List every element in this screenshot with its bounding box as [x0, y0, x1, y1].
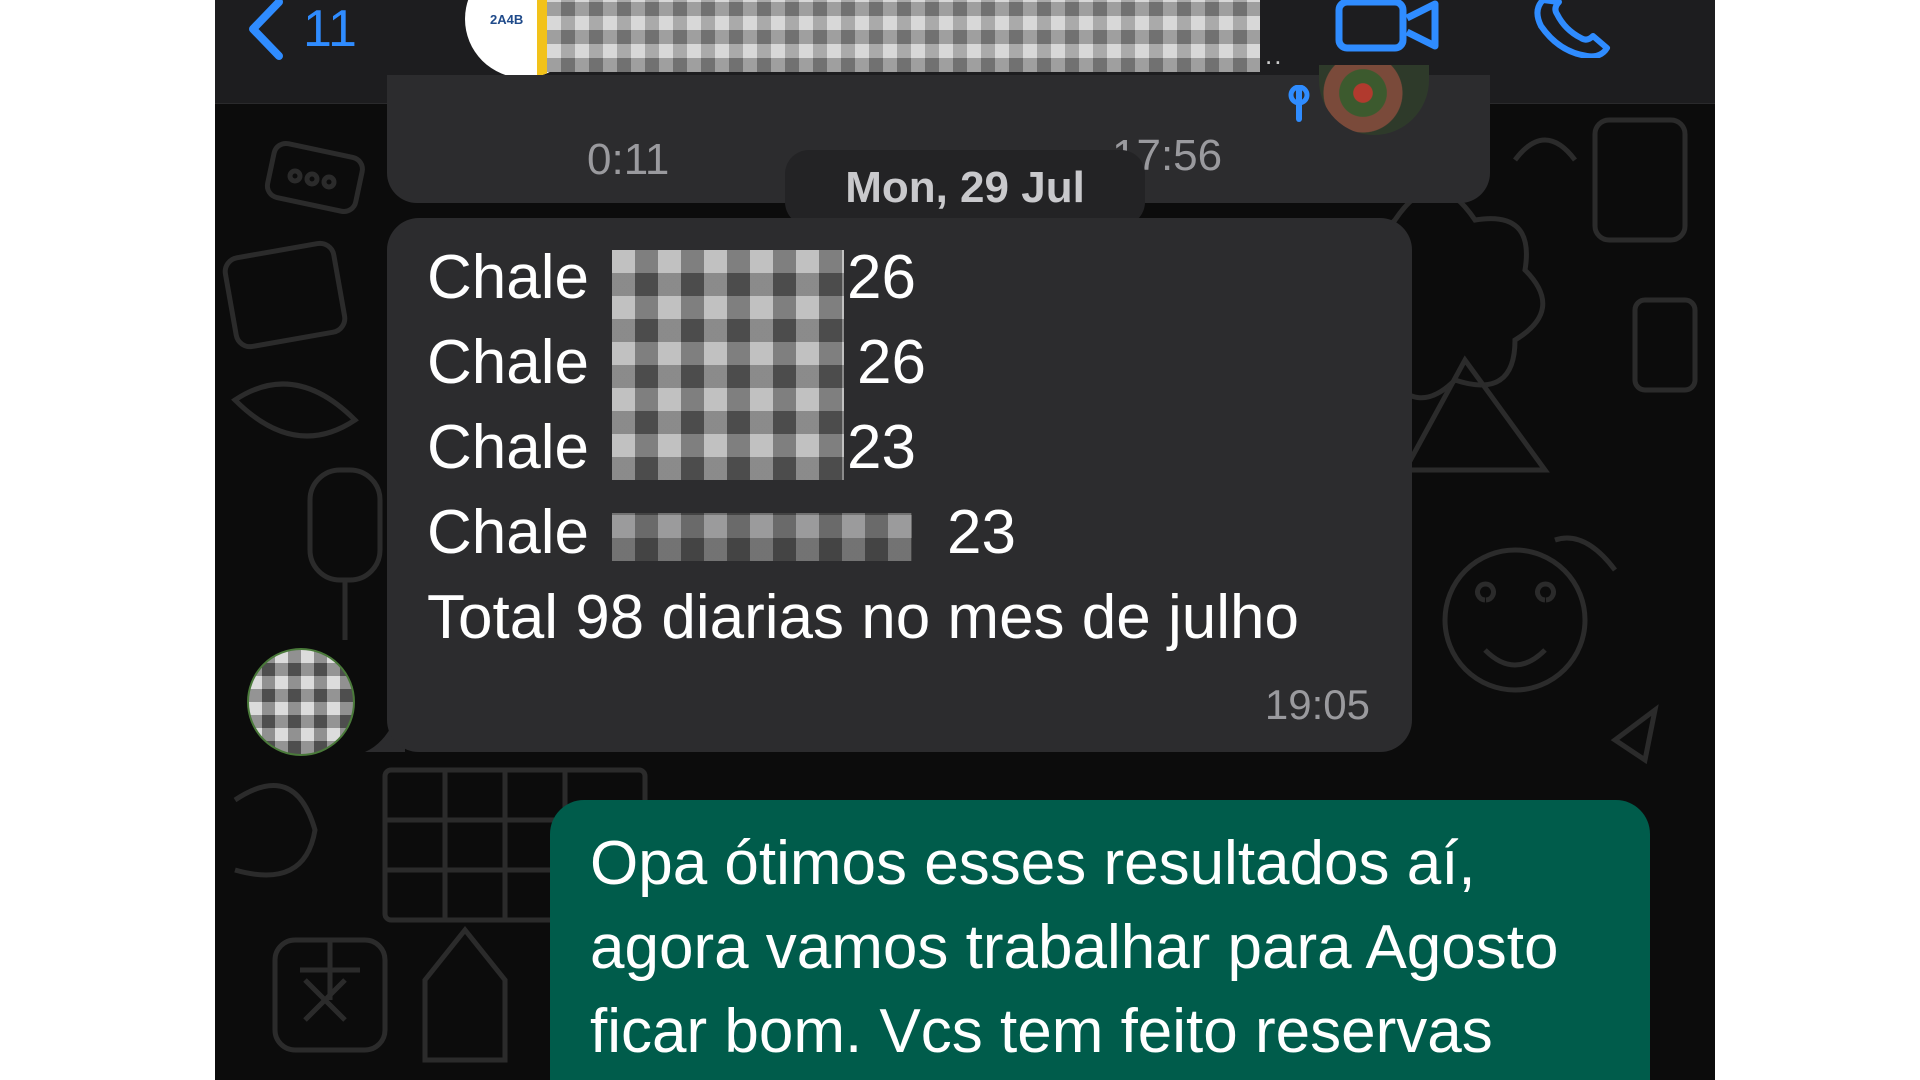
voice-call-button[interactable] — [1533, 0, 1617, 63]
message-line: Chale — [427, 327, 589, 398]
logo-accent-bar — [537, 0, 547, 78]
video-call-icon — [1335, 0, 1439, 52]
incoming-message[interactable]: Chale 26 Chale 26 Chale 23 Chale 23 Tota… — [387, 218, 1412, 752]
message-line: Opa ótimos esses resultados aí, — [590, 829, 1476, 898]
video-call-button[interactable] — [1335, 0, 1440, 57]
message-line: agora vamos trabalhar para Agosto — [590, 913, 1559, 982]
contact-name-redacted[interactable] — [547, 0, 1260, 72]
line-count: 23 — [847, 413, 916, 482]
sender-avatar[interactable] — [247, 648, 355, 756]
line-prefix: Chale — [427, 243, 589, 312]
line-prefix: Chale — [427, 328, 589, 397]
line-count: 26 — [847, 243, 916, 312]
back-button[interactable]: 11 — [245, 0, 357, 62]
line-count: 26 — [857, 328, 926, 397]
outgoing-message[interactable]: Opa ótimos esses resultados aí, agora va… — [550, 800, 1650, 1080]
contact-logo-text: 2A4B — [490, 12, 524, 27]
line-prefix: Chale — [427, 413, 589, 482]
redacted-text — [612, 250, 844, 480]
video-duration: 0:11 — [587, 135, 670, 184]
message-line: Chale — [427, 412, 589, 483]
contact-name-ellipsis: .. — [1265, 40, 1284, 70]
message-line: Chale — [427, 497, 589, 568]
message-line: ficar bom. Vcs tem feito reservas — [590, 997, 1493, 1066]
media-thumbnail — [1319, 65, 1429, 135]
unread-count: 11 — [303, 0, 357, 58]
message-total-line: Total 98 diarias no mes de julho — [427, 583, 1299, 652]
message-line: Chale — [427, 242, 589, 313]
line-prefix: Chale — [427, 498, 589, 567]
location-pin-icon — [1288, 85, 1310, 122]
line-count: 23 — [947, 498, 1016, 567]
message-time: 19:05 — [1264, 681, 1370, 728]
chat-screen: 11 2A4B .. 0:11 17:56 Mon, 29 Jul Chale … — [215, 0, 1715, 1080]
date-separator: Mon, 29 Jul — [785, 150, 1145, 226]
phone-call-icon — [1534, 0, 1610, 60]
redacted-text — [612, 513, 912, 561]
chevron-left-icon — [249, 0, 283, 60]
